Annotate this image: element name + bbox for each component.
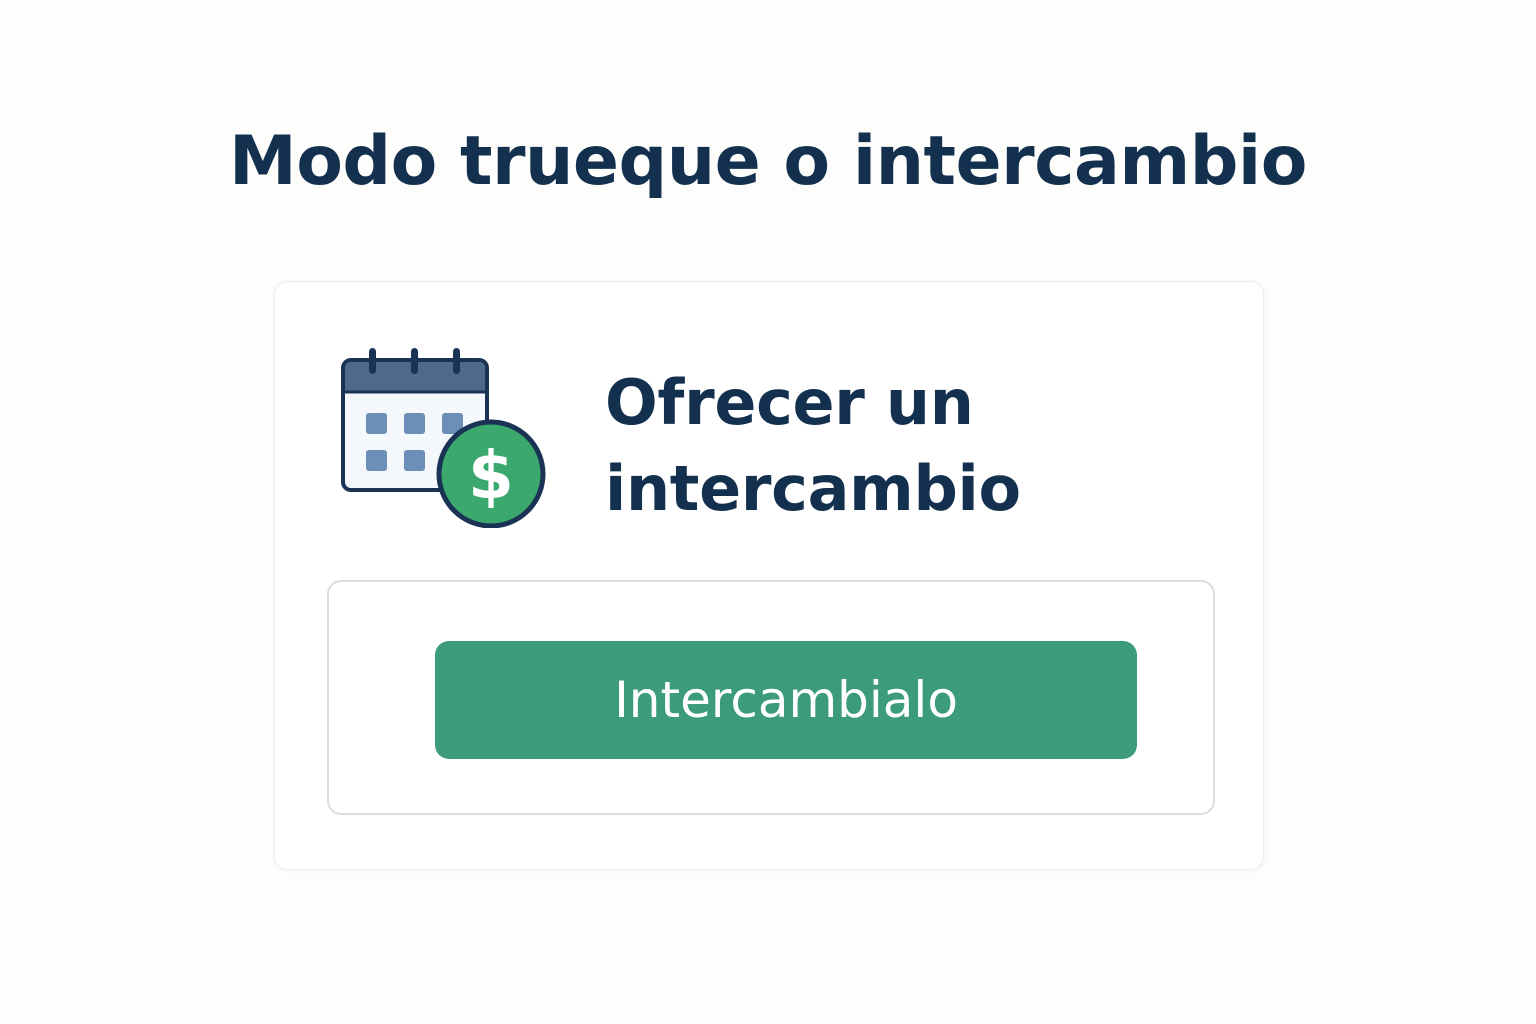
- exchange-button[interactable]: Intercambialo: [435, 641, 1137, 759]
- calendar-dollar-icon: $: [341, 344, 547, 529]
- page-title: Modo trueque o intercambio: [229, 122, 1307, 201]
- card-heading: Ofrecer un intercambio: [605, 366, 1021, 525]
- svg-text:$: $: [468, 437, 514, 514]
- action-panel: Intercambialo: [327, 580, 1215, 815]
- exchange-card: $ Ofrecer un intercambio Intercambialo: [274, 281, 1264, 870]
